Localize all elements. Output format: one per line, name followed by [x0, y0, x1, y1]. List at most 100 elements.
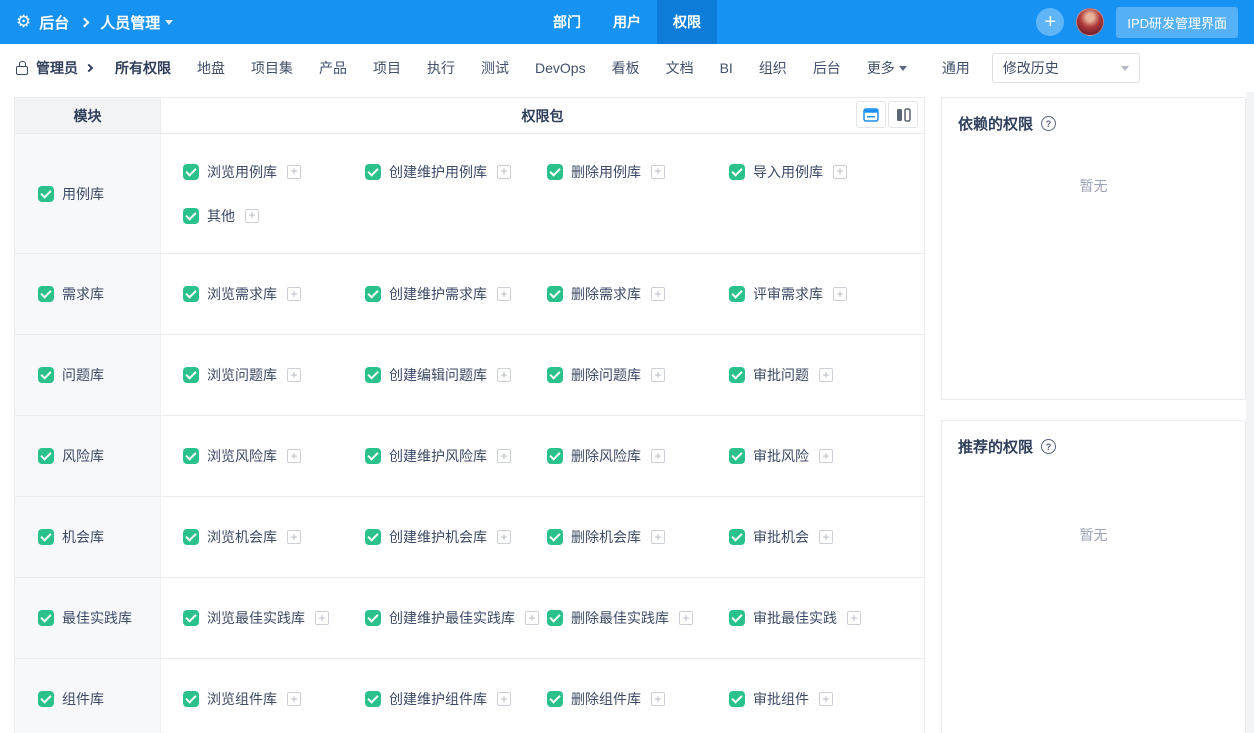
- module-checkbox[interactable]: [38, 448, 54, 464]
- expand-permission-button[interactable]: [497, 692, 511, 706]
- expand-permission-button[interactable]: [315, 611, 329, 625]
- module-checkbox[interactable]: [38, 610, 54, 626]
- permission-checkbox[interactable]: [729, 691, 745, 707]
- permission-checkbox[interactable]: [547, 164, 563, 180]
- permission-grid: 浏览机会库创建维护机会库删除机会库审批机会: [161, 497, 924, 577]
- permission-checkbox[interactable]: [547, 448, 563, 464]
- toolbar-tab-5[interactable]: 执行: [414, 58, 468, 78]
- expand-permission-button[interactable]: [245, 209, 259, 223]
- permission-label: 审批最佳实践: [753, 608, 837, 628]
- expand-permission-button[interactable]: [819, 692, 833, 706]
- expand-permission-button[interactable]: [497, 449, 511, 463]
- expand-permission-button[interactable]: [819, 368, 833, 382]
- navbar-tab-1[interactable]: 用户: [597, 0, 657, 44]
- module-checkbox[interactable]: [38, 691, 54, 707]
- help-icon[interactable]: [1041, 439, 1056, 454]
- permission-checkbox[interactable]: [183, 286, 199, 302]
- permission-checkbox[interactable]: [183, 610, 199, 626]
- list-view-button[interactable]: [856, 101, 886, 128]
- avatar[interactable]: [1076, 8, 1104, 36]
- module-checkbox[interactable]: [38, 186, 54, 202]
- permission-checkbox[interactable]: [365, 610, 381, 626]
- permission-checkbox[interactable]: [547, 610, 563, 626]
- toolbar-tab-1[interactable]: 地盘: [184, 58, 238, 78]
- expand-permission-button[interactable]: [651, 165, 665, 179]
- column-view-button[interactable]: [888, 101, 918, 128]
- expand-permission-button[interactable]: [497, 287, 511, 301]
- brand-label[interactable]: 后台: [39, 12, 69, 33]
- tab-general[interactable]: 通用: [942, 58, 970, 78]
- expand-permission-button[interactable]: [679, 611, 693, 625]
- expand-permission-button[interactable]: [651, 449, 665, 463]
- expand-permission-button[interactable]: [497, 165, 511, 179]
- more-menu[interactable]: 更多: [854, 58, 920, 78]
- permission-checkbox[interactable]: [183, 164, 199, 180]
- permission-checkbox[interactable]: [547, 286, 563, 302]
- toolbar-tab-11[interactable]: 组织: [746, 58, 800, 78]
- expand-permission-button[interactable]: [287, 449, 301, 463]
- help-icon[interactable]: [1041, 116, 1056, 131]
- toolbar-tab-6[interactable]: 测试: [468, 58, 522, 78]
- permission-checkbox[interactable]: [183, 448, 199, 464]
- expand-permission-button[interactable]: [287, 165, 301, 179]
- toolbar-tab-3[interactable]: 产品: [306, 58, 360, 78]
- scrollbar[interactable]: [1246, 92, 1254, 733]
- permission-checkbox[interactable]: [547, 691, 563, 707]
- expand-permission-button[interactable]: [287, 530, 301, 544]
- toolbar-tab-8[interactable]: 看板: [599, 58, 653, 78]
- permission-checkbox[interactable]: [183, 367, 199, 383]
- expand-permission-button[interactable]: [847, 611, 861, 625]
- toolbar-tab-2[interactable]: 项目集: [238, 58, 306, 78]
- expand-permission-button[interactable]: [497, 530, 511, 544]
- workspace-switch-button[interactable]: IPD研发管理界面: [1116, 7, 1238, 38]
- role-selector[interactable]: 管理员: [16, 58, 78, 78]
- module-checkbox[interactable]: [38, 367, 54, 383]
- expand-permission-button[interactable]: [287, 692, 301, 706]
- permission-checkbox[interactable]: [183, 529, 199, 545]
- permission-checkbox[interactable]: [729, 610, 745, 626]
- expand-permission-button[interactable]: [287, 368, 301, 382]
- permission-checkbox[interactable]: [729, 164, 745, 180]
- permission-checkbox[interactable]: [729, 367, 745, 383]
- permission-item: 浏览需求库: [183, 284, 365, 304]
- permission-checkbox[interactable]: [183, 208, 199, 224]
- expand-permission-button[interactable]: [651, 287, 665, 301]
- navbar-tab-2[interactable]: 权限: [657, 0, 717, 44]
- expand-permission-button[interactable]: [525, 611, 539, 625]
- toolbar-tab-4[interactable]: 项目: [360, 58, 414, 78]
- module-checkbox[interactable]: [38, 286, 54, 302]
- permission-checkbox[interactable]: [547, 367, 563, 383]
- permission-checkbox[interactable]: [365, 367, 381, 383]
- permission-checkbox[interactable]: [365, 529, 381, 545]
- expand-permission-button[interactable]: [833, 165, 847, 179]
- permission-checkbox[interactable]: [729, 448, 745, 464]
- permission-checkbox[interactable]: [365, 448, 381, 464]
- toolbar-tab-10[interactable]: BI: [707, 60, 746, 76]
- expand-permission-button[interactable]: [819, 530, 833, 544]
- permission-checkbox[interactable]: [365, 164, 381, 180]
- permission-checkbox[interactable]: [729, 286, 745, 302]
- permission-checkbox[interactable]: [547, 529, 563, 545]
- permission-checkbox[interactable]: [365, 691, 381, 707]
- module-checkbox[interactable]: [38, 529, 54, 545]
- permission-label: 评审需求库: [753, 284, 823, 304]
- expand-permission-button[interactable]: [287, 287, 301, 301]
- permission-checkbox[interactable]: [365, 286, 381, 302]
- add-button[interactable]: +: [1036, 8, 1064, 36]
- caret-down-icon: [165, 20, 173, 25]
- permission-checkbox[interactable]: [183, 691, 199, 707]
- expand-permission-button[interactable]: [833, 287, 847, 301]
- expand-permission-button[interactable]: [819, 449, 833, 463]
- expand-permission-button[interactable]: [497, 368, 511, 382]
- context-dropdown[interactable]: 人员管理: [100, 12, 173, 33]
- expand-permission-button[interactable]: [651, 692, 665, 706]
- navbar-tab-0[interactable]: 部门: [537, 0, 597, 44]
- expand-permission-button[interactable]: [651, 368, 665, 382]
- toolbar-tab-7[interactable]: DevOps: [522, 60, 599, 76]
- toolbar-tab-9[interactable]: 文档: [653, 58, 707, 78]
- toolbar-tab-12[interactable]: 后台: [800, 58, 854, 78]
- permission-checkbox[interactable]: [729, 529, 745, 545]
- toolbar-tab-0[interactable]: 所有权限: [102, 58, 184, 78]
- expand-permission-button[interactable]: [651, 530, 665, 544]
- history-select[interactable]: 修改历史: [992, 53, 1140, 83]
